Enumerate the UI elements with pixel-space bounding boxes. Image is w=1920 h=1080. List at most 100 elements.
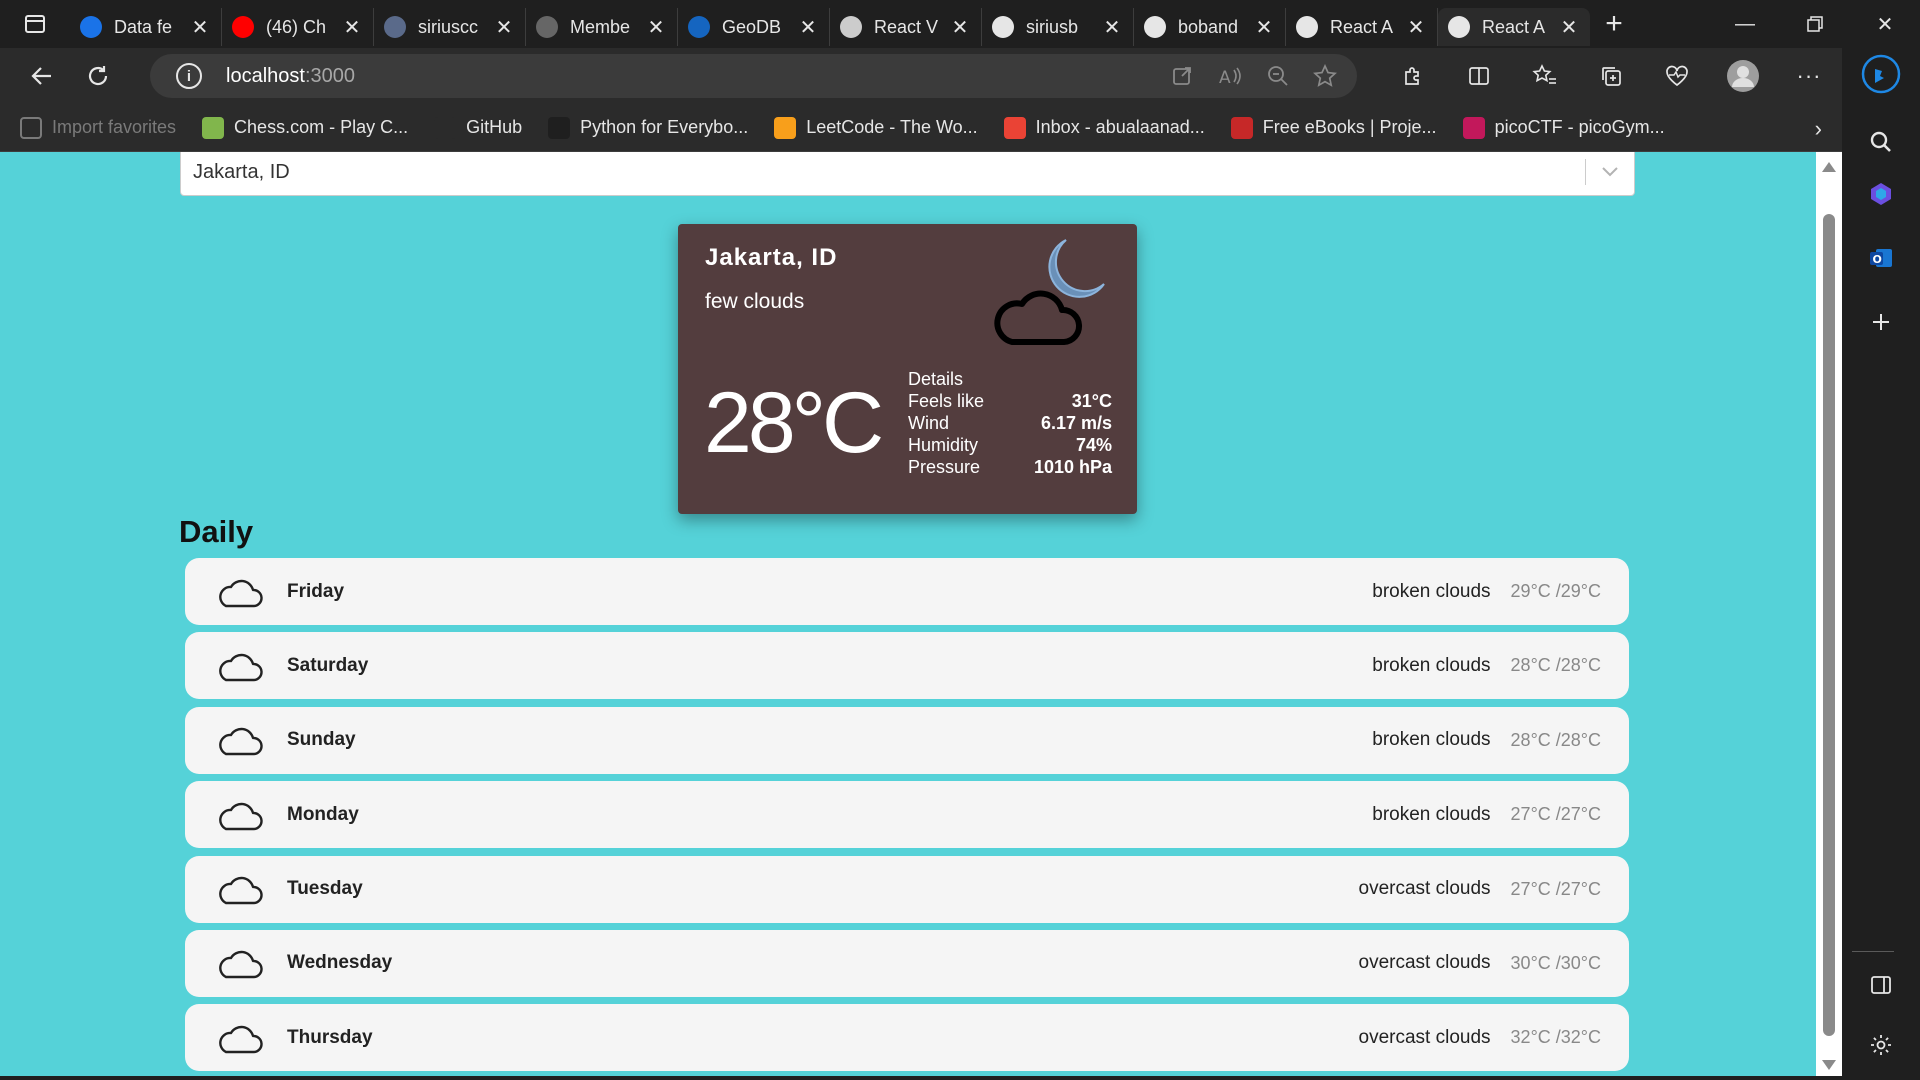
geodb-icon xyxy=(688,16,710,38)
detail-value: 1010 hPa xyxy=(1033,457,1112,477)
tab-title: React V xyxy=(874,16,939,37)
address-bar[interactable]: i localhost:3000 A xyxy=(150,54,1357,98)
tab-actions-button[interactable] xyxy=(0,0,70,48)
restore-button[interactable] xyxy=(1780,0,1850,48)
browser-tab[interactable]: GeoDB ✕ xyxy=(678,8,830,46)
tab-close-icon[interactable]: ✕ xyxy=(645,16,667,39)
city-search-select[interactable]: Jakarta, ID xyxy=(180,152,1635,196)
page-scrollbar[interactable] xyxy=(1816,152,1842,1076)
browser-tab[interactable]: Data fe ✕ xyxy=(70,8,222,46)
browser-tab[interactable]: React A ✕ xyxy=(1438,8,1590,46)
sidebar-search-button[interactable] xyxy=(1861,122,1901,162)
tab-close-icon[interactable]: ✕ xyxy=(189,16,211,39)
sidebar-divider xyxy=(1852,951,1894,952)
refresh-button[interactable] xyxy=(74,52,122,100)
collections-button[interactable] xyxy=(1578,52,1644,100)
split-screen-button[interactable] xyxy=(1446,52,1512,100)
tab-close-icon[interactable]: ✕ xyxy=(1253,16,1275,39)
favorite-link[interactable]: picoCTF - picoGym... xyxy=(1462,116,1665,139)
favorite-link[interactable]: Free eBooks | Proje... xyxy=(1230,116,1437,139)
details-title: Details xyxy=(908,368,1112,390)
detail-value: 31°C xyxy=(1071,391,1112,411)
favorite-link[interactable]: LeetCode - The Wo... xyxy=(774,116,978,139)
python-icon xyxy=(548,116,571,139)
day-name: Thursday xyxy=(287,1026,373,1048)
tab-strip: Data fe ✕ (46) Ch ✕ siriuscc ✕ Membe ✕ GeoDB ✕ Rea… xyxy=(0,0,1920,48)
tab-close-icon[interactable]: ✕ xyxy=(1101,16,1123,39)
browser-tab[interactable]: (46) Ch ✕ xyxy=(222,8,374,46)
tab-title: boband xyxy=(1178,16,1239,37)
back-button[interactable] xyxy=(18,52,66,100)
sidebar-copilot-button[interactable] xyxy=(1861,174,1901,214)
browser-tab[interactable]: boband ✕ xyxy=(1134,8,1286,46)
profile-button[interactable] xyxy=(1710,52,1776,100)
browser-tab[interactable]: Membe ✕ xyxy=(526,8,678,46)
favorite-link[interactable]: Import favorites xyxy=(20,116,176,139)
refresh-icon xyxy=(88,66,108,86)
browser-tab[interactable]: React A ✕ xyxy=(1286,8,1438,46)
open-in-app-icon[interactable] xyxy=(1171,65,1193,87)
new-tab-button[interactable]: + xyxy=(1590,0,1638,48)
site-info-icon[interactable]: i xyxy=(176,63,202,89)
daily-forecast-row[interactable]: Friday broken clouds 29°C /29°C xyxy=(185,558,1629,625)
daily-forecast-row[interactable]: Tuesday overcast clouds 27°C /27°C xyxy=(185,855,1629,923)
sidebar-outlook-button[interactable]: O xyxy=(1861,238,1901,278)
daily-forecast-row[interactable]: Thursday overcast clouds 32°C /32°C xyxy=(185,1004,1629,1072)
tab-actions-icon xyxy=(25,15,45,33)
daily-forecast-row[interactable]: Wednesday overcast clouds 30°C /30°C xyxy=(185,929,1629,997)
sidebar-settings-button[interactable] xyxy=(1861,1025,1901,1065)
favorite-label: Free eBooks | Proje... xyxy=(1262,117,1437,137)
day-description: broken clouds xyxy=(1372,580,1491,602)
detail-label: Wind xyxy=(908,413,950,433)
tab-title: siriusb xyxy=(1026,16,1079,37)
globe-icon xyxy=(536,16,558,38)
picoctf-icon xyxy=(1462,116,1485,139)
favorite-star-icon[interactable] xyxy=(1313,64,1337,88)
close-window-button[interactable]: ✕ xyxy=(1850,0,1920,48)
daily-forecast-row[interactable]: Monday broken clouds 27°C /27°C xyxy=(185,781,1629,849)
browser-tab[interactable]: siriusb ✕ xyxy=(982,8,1134,46)
favorites-overflow-chevron-icon[interactable]: › xyxy=(1815,116,1822,142)
select-dropdown-button[interactable] xyxy=(1586,166,1634,178)
tab-title: Data fe xyxy=(114,16,173,37)
scroll-down-arrow-icon[interactable] xyxy=(1822,1060,1836,1070)
tab-close-icon[interactable]: ✕ xyxy=(949,16,971,39)
scrollbar-thumb[interactable] xyxy=(1823,214,1835,1036)
details-title-label: Details xyxy=(908,369,964,389)
gear-icon xyxy=(1871,1035,1891,1055)
scroll-up-arrow-icon[interactable] xyxy=(1822,162,1836,172)
avatar-icon xyxy=(1727,60,1759,92)
extensions-button[interactable] xyxy=(1380,52,1446,100)
day-name: Tuesday xyxy=(287,878,363,900)
edge-sidebar: O xyxy=(1842,48,1920,1080)
tab-close-icon[interactable]: ✕ xyxy=(341,16,363,39)
favorite-link[interactable]: Python for Everybo... xyxy=(548,116,748,139)
read-aloud-icon[interactable]: A xyxy=(1217,65,1243,87)
tab-close-icon[interactable]: ✕ xyxy=(493,16,515,39)
url-text[interactable]: localhost:3000 xyxy=(226,65,355,88)
minimize-button[interactable]: — xyxy=(1710,0,1780,48)
day-description: overcast clouds xyxy=(1358,878,1491,900)
tab-close-icon[interactable]: ✕ xyxy=(1405,16,1427,39)
settings-more-button[interactable]: ··· xyxy=(1776,52,1842,100)
daily-forecast-row[interactable]: Saturday broken clouds 28°C /28°C xyxy=(185,632,1629,700)
bing-copilot-button[interactable] xyxy=(1861,54,1901,94)
sidebar-add-button[interactable] xyxy=(1861,302,1901,342)
favorites-button[interactable] xyxy=(1512,52,1578,100)
browser-essentials-button[interactable] xyxy=(1644,52,1710,100)
day-temperature-range: 27°C /27°C xyxy=(1510,878,1601,899)
day-name: Monday xyxy=(287,803,359,825)
favorite-link[interactable]: Chess.com - Play C... xyxy=(202,116,408,139)
browser-tab[interactable]: React V ✕ xyxy=(830,8,982,46)
favorite-link[interactable]: Inbox - abualaanad... xyxy=(1003,116,1205,139)
cloud-icon xyxy=(215,720,265,760)
ebook-icon xyxy=(1230,116,1253,139)
browser-tab[interactable]: siriuscc ✕ xyxy=(374,8,526,46)
daily-forecast-row[interactable]: Sunday broken clouds 28°C /28°C xyxy=(185,706,1629,774)
tab-close-icon[interactable]: ✕ xyxy=(797,16,819,39)
hide-sidebar-button[interactable] xyxy=(1861,965,1901,1005)
weather-details: Details Feels like 31°C Wind 6.17 m/s Humidi… xyxy=(908,368,1112,478)
tab-close-icon[interactable]: ✕ xyxy=(1558,16,1580,39)
favorite-link[interactable]: GitHub xyxy=(434,116,522,139)
zoom-out-icon[interactable] xyxy=(1267,65,1289,87)
